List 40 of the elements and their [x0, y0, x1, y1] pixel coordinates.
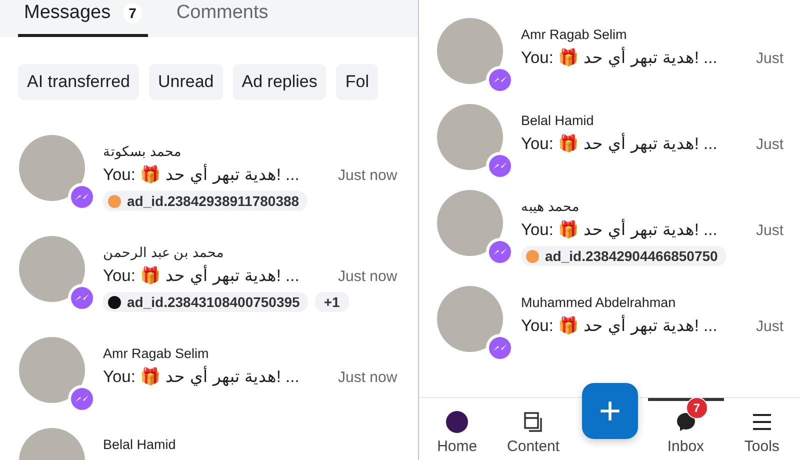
timestamp: Just now — [338, 268, 398, 284]
filter-chip[interactable]: Unread — [149, 64, 223, 100]
ad-tag: ad_id.23842938911780388 — [103, 191, 308, 211]
conversation-item[interactable]: Belal Hamid — [0, 419, 418, 460]
ad-tag: ad_id.23843108400750395 — [103, 292, 308, 312]
tab[interactable]: Comments — [170, 0, 274, 37]
contact-name: محمد بسكوتة — [103, 143, 183, 161]
contact-name: Muhammed Abdelrahman — [521, 294, 677, 312]
message-preview: You: 🎁 هدية تبهر أي حد! ... — [103, 367, 338, 387]
timestamp: Just — [756, 318, 784, 334]
message-preview: You: 🎁 هدية تبهر أي حد! ... — [521, 316, 756, 336]
message-preview: You: 🎁 هدية تبهر أي حد! ... — [103, 266, 338, 286]
tab[interactable]: Messages 7 — [18, 0, 148, 37]
ad-tag: ad_id.23842904466850750 — [521, 246, 726, 266]
nav-tab[interactable]: Content — [495, 398, 572, 460]
contact-name: Belal Hamid — [521, 112, 595, 130]
contact-name: Amr Ragab Selim — [521, 26, 628, 44]
timestamp: Just — [756, 222, 784, 238]
message-preview: You: 🎁 هدية تبهر أي حد! ... — [521, 220, 756, 240]
message-preview: You: 🎁 هدية تبهر أي حد! ... — [103, 165, 338, 185]
more-tags-count: +1 — [314, 292, 349, 312]
timestamp: Just now — [338, 166, 398, 184]
filter-chip[interactable]: Ad replies — [232, 64, 326, 100]
page-avatar-icon — [446, 411, 468, 433]
contact-name: Belal Hamid — [103, 436, 177, 454]
message-preview: You: 🎁 هدية تبهر أي حد! ... — [521, 134, 756, 154]
contact-name: محمد هيبه — [521, 198, 581, 216]
timestamp: Just now — [338, 368, 398, 386]
create-button[interactable] — [582, 383, 638, 439]
timestamp: Just — [756, 136, 784, 152]
nav-tab[interactable]: Tools — [724, 398, 800, 460]
timestamp: Just — [756, 50, 784, 66]
nav-tab[interactable]: 7 Inbox — [648, 398, 724, 460]
filter-chip[interactable]: AI transferred — [18, 64, 139, 100]
contact-name: محمد بن عبد الرحمن — [103, 244, 226, 262]
filter-chip[interactable]: Fol — [336, 64, 378, 100]
notification-badge: 7 — [686, 397, 708, 419]
contact-name: Amr Ragab Selim — [103, 345, 210, 363]
nav-tab[interactable]: Home — [419, 398, 496, 460]
message-preview: You: 🎁 هدية تبهر أي حد! ... — [521, 48, 756, 68]
